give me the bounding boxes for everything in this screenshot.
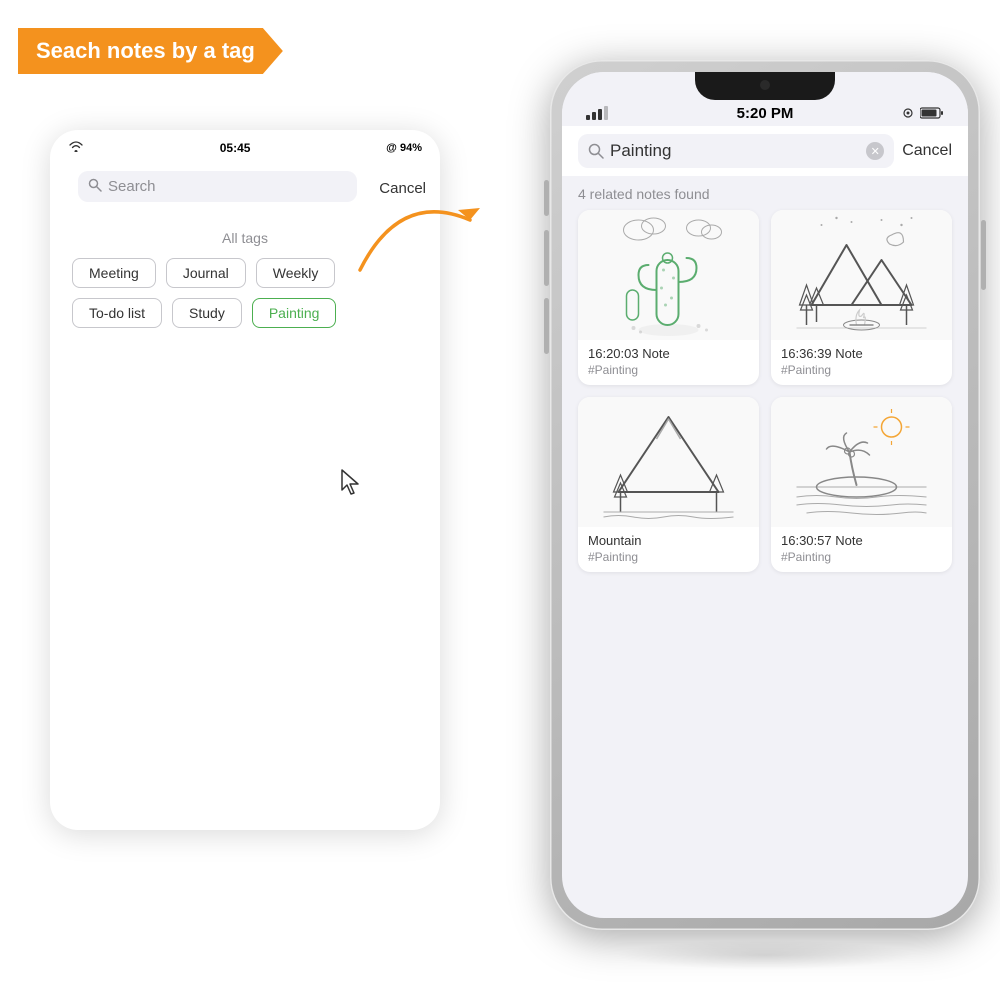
signal-icon [586,106,608,120]
search-icon-big [588,143,604,159]
notch [695,72,835,100]
note-card-2[interactable]: 16:36:39 Note #Painting [771,210,952,385]
note-tag-4: #Painting [781,550,942,564]
big-phone-body: 5:20 PM Painting ✕ [550,60,980,930]
note-image-2 [771,210,952,340]
results-label: 4 related notes found [562,176,968,210]
note-title-4: 16:30:57 Note [781,533,942,548]
big-search-area: Painting ✕ Cancel [562,126,968,176]
search-query: Painting [610,141,671,161]
notes-grid: 16:20:03 Note #Painting [562,210,968,572]
big-time: 5:20 PM [737,105,794,122]
note-title-3: Mountain [588,533,749,548]
note-tag-2: #Painting [781,363,942,377]
mountain-campfire-drawing [771,210,952,340]
wifi-icon [68,140,84,155]
small-search-bar[interactable]: Search [78,171,357,202]
tag-weekly[interactable]: Weekly [256,258,336,288]
right-icons [900,107,944,119]
note-info-2: 16:36:39 Note #Painting [771,340,952,385]
note-card-4[interactable]: 16:30:57 Note #Painting [771,397,952,572]
note-card-1[interactable]: 16:20:03 Note #Painting [578,210,759,385]
small-time: 05:45 [220,141,251,155]
note-image-3 [578,397,759,527]
note-tag-1: #Painting [588,363,749,377]
note-card-3[interactable]: Mountain #Painting [578,397,759,572]
note-info-4: 16:30:57 Note #Painting [771,527,952,572]
small-phone-status: 05:45 @ 94% [50,130,440,161]
arrow-icon [340,180,500,300]
cactus-drawing [578,210,759,340]
cell-signal-icon [900,107,916,119]
note-image-4 [771,397,952,527]
tag-meeting[interactable]: Meeting [72,258,156,288]
note-image-1 [578,210,759,340]
tag-study[interactable]: Study [172,298,242,328]
big-search-field[interactable]: Painting ✕ [578,134,894,168]
tag-painting[interactable]: Painting [252,298,337,328]
note-title-1: 16:20:03 Note [588,346,749,361]
search-icon-small [88,178,102,195]
note-info-3: Mountain #Painting [578,527,759,572]
big-phone: 5:20 PM Painting ✕ [550,60,980,930]
small-search-placeholder: Search [108,178,347,195]
cursor-icon [340,468,362,502]
big-cancel-button[interactable]: Cancel [902,142,952,160]
tag-todo[interactable]: To-do list [72,298,162,328]
phone-reflection [615,940,915,970]
tag-journal[interactable]: Journal [166,258,246,288]
clear-search-button[interactable]: ✕ [866,142,884,160]
note-info-1: 16:20:03 Note #Painting [578,340,759,385]
note-title-2: 16:36:39 Note [781,346,942,361]
island-drawing [771,397,952,527]
silent-button [544,298,549,354]
banner: Seach notes by a tag [18,28,283,74]
banner-text: Seach notes by a tag [36,38,255,63]
power-button [981,220,986,290]
big-phone-screen: 5:20 PM Painting ✕ [562,72,968,918]
vol-down-button [544,230,549,286]
mountain-tent-drawing [578,397,759,527]
battery-icon [920,107,944,119]
small-battery: @ 94% [386,142,422,154]
note-tag-3: #Painting [588,550,749,564]
vol-up-button [544,180,549,216]
